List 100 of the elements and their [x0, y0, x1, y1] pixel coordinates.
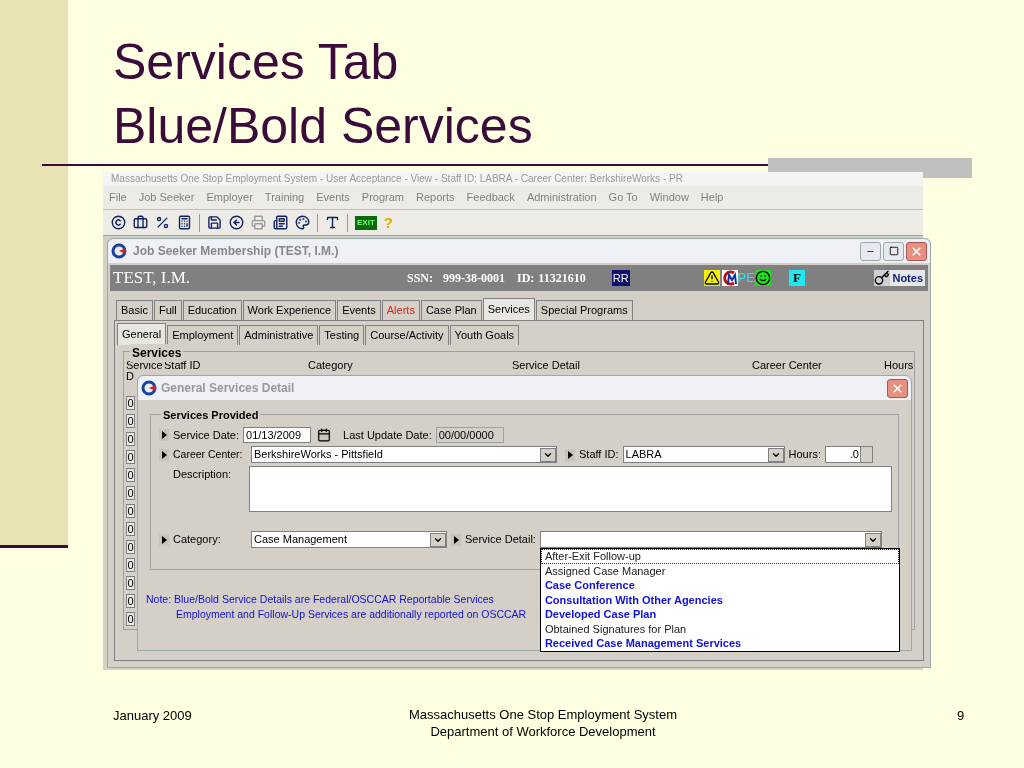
service-detail-dropdown[interactable] — [539, 531, 882, 548]
arrow-icon — [159, 448, 169, 461]
text-icon[interactable] — [325, 215, 340, 230]
field-label: Service Date: — [173, 427, 240, 443]
close-icon — [910, 244, 923, 258]
percent-icon[interactable] — [155, 215, 170, 230]
dropdown-option[interactable]: Obtained Signatures for Plan — [540, 621, 899, 636]
calculator-icon[interactable] — [177, 215, 192, 230]
close-button[interactable] — [887, 378, 908, 398]
tab[interactable]: Case Plan — [420, 300, 482, 320]
dropdown-option[interactable]: Received Case Management Services — [540, 636, 899, 651]
arrow-icon — [565, 448, 575, 461]
row-value: 0 — [126, 558, 135, 572]
tab[interactable]: Events — [337, 300, 381, 320]
arrow-icon — [159, 533, 169, 546]
key-icon[interactable] — [874, 270, 891, 286]
id-value: 11321610 — [538, 270, 586, 287]
row-value: 0 — [126, 594, 135, 608]
last-update-field: 00/00/0000 — [435, 427, 504, 443]
subtab[interactable]: Testing — [319, 325, 365, 345]
ssn-label: SSN: — [407, 270, 433, 287]
staff-id-dropdown[interactable]: LABRA — [622, 446, 785, 463]
dropdown-button[interactable] — [540, 447, 556, 462]
menu-item[interactable]: Job Seeker — [138, 189, 195, 206]
field-label: Service Detail: — [465, 532, 536, 548]
palette-icon[interactable] — [295, 215, 310, 230]
group-title: Services — [130, 344, 184, 362]
dropdown-option[interactable]: Developed Case Plan — [540, 607, 899, 622]
row-value: 0 — [126, 414, 135, 428]
copyright-icon[interactable] — [111, 215, 126, 230]
close-button[interactable] — [906, 241, 927, 261]
tab[interactable]: Full — [153, 300, 182, 320]
note-text: Note: Blue/Bold Service Details are Federal/OSCCAR Reportable Services — [146, 592, 494, 607]
dropdown-button[interactable] — [864, 532, 881, 547]
category-dropdown[interactable]: Case Management — [251, 531, 447, 548]
field-label: Staff ID: — [579, 447, 619, 463]
row-value: 0 — [126, 540, 135, 554]
row-value: 0 — [126, 468, 135, 482]
app-title: Massachusetts One Stop Employment System - User Acceptance - View - Staff ID: LABRA - Career Center: BerkshireWorks - PR — [103, 172, 923, 186]
note-text: Employment and Follow-Up Services are additionally reported on OSCCAR — [176, 607, 527, 622]
tab[interactable]: Basic — [116, 300, 153, 320]
save-icon[interactable] — [207, 215, 222, 230]
exit-button[interactable]: EXIT — [355, 215, 377, 230]
dropdown-button[interactable] — [430, 532, 446, 547]
column-header: Service Detail — [512, 360, 581, 373]
row-value: 0 — [126, 486, 135, 500]
dropdown-option[interactable]: Assigned Case Manager — [540, 563, 899, 578]
warning-icon[interactable] — [703, 270, 720, 286]
tab[interactable]: Special Programs — [535, 300, 633, 320]
description-field[interactable] — [249, 466, 892, 512]
field-label: Hours: — [788, 447, 821, 463]
row-value: 0 — [126, 576, 135, 590]
rr-badge[interactable]: RR — [611, 269, 630, 287]
footer-date: January 2009 — [113, 707, 193, 725]
briefcase-icon[interactable] — [133, 215, 148, 230]
row-value: 0 — [126, 612, 135, 626]
row-value: 0 — [126, 396, 135, 410]
cm-logo-icon[interactable] — [721, 270, 738, 286]
footer-text: Massachusetts One Stop Employment System — [408, 706, 678, 723]
id-label: ID: — [517, 270, 535, 287]
column-header: Career Center — [752, 360, 823, 373]
slide-title: Services Tab — [113, 33, 400, 92]
f-badge[interactable]: F — [788, 270, 805, 286]
calendar-icon[interactable] — [317, 428, 332, 442]
maximize-button[interactable] — [883, 241, 904, 261]
member-name: TEST, I.M. — [113, 267, 192, 290]
notes-button[interactable]: Notes — [890, 269, 925, 287]
smiley-icon[interactable] — [754, 270, 771, 286]
dropdown-button[interactable] — [767, 447, 784, 462]
page-number: 9 — [957, 707, 965, 725]
subtab[interactable]: General — [117, 323, 167, 345]
hours-spinner[interactable]: .0 — [824, 446, 873, 463]
dropdown-option[interactable]: Consultation With Other Agencies — [540, 592, 899, 607]
subtab[interactable]: Course/Activity — [365, 325, 449, 345]
service-date-field[interactable]: 01/13/2009 — [243, 427, 312, 443]
dropdown-option[interactable]: After-Exit Follow-up — [540, 549, 899, 564]
column-header: Hours — [884, 360, 914, 373]
menu-item[interactable]: Go To — [608, 189, 638, 206]
tab[interactable]: Work Experience — [242, 300, 337, 320]
tab[interactable]: Education — [182, 300, 242, 320]
field-label: Description: — [173, 467, 233, 482]
dropdown-option[interactable]: Case Conference — [540, 578, 899, 593]
subtab[interactable]: Administrative — [239, 325, 319, 345]
newspaper-icon[interactable] — [273, 215, 288, 230]
arrow-icon — [451, 533, 461, 546]
ssn-value: 999-38-0001 — [443, 270, 505, 287]
field-label: Category: — [173, 532, 222, 548]
tab[interactable]: Services — [482, 298, 535, 320]
dialog-title: General Services Detail — [161, 380, 296, 397]
row-value: 0 — [126, 504, 135, 518]
career-center-dropdown[interactable]: BerkshireWorks - Pittsfield — [251, 446, 557, 463]
row-value: 0 — [126, 522, 135, 536]
subtab[interactable]: Youth Goals — [449, 325, 520, 345]
slide-title: Blue/Bold Services — [113, 97, 534, 156]
column-header: Service D — [126, 360, 164, 382]
maximize-icon — [888, 246, 899, 256]
app-logo-icon — [111, 243, 127, 259]
arrow-icon — [159, 429, 169, 441]
close-icon — [891, 381, 904, 395]
footer-text: Department of Workforce Development — [430, 723, 656, 740]
